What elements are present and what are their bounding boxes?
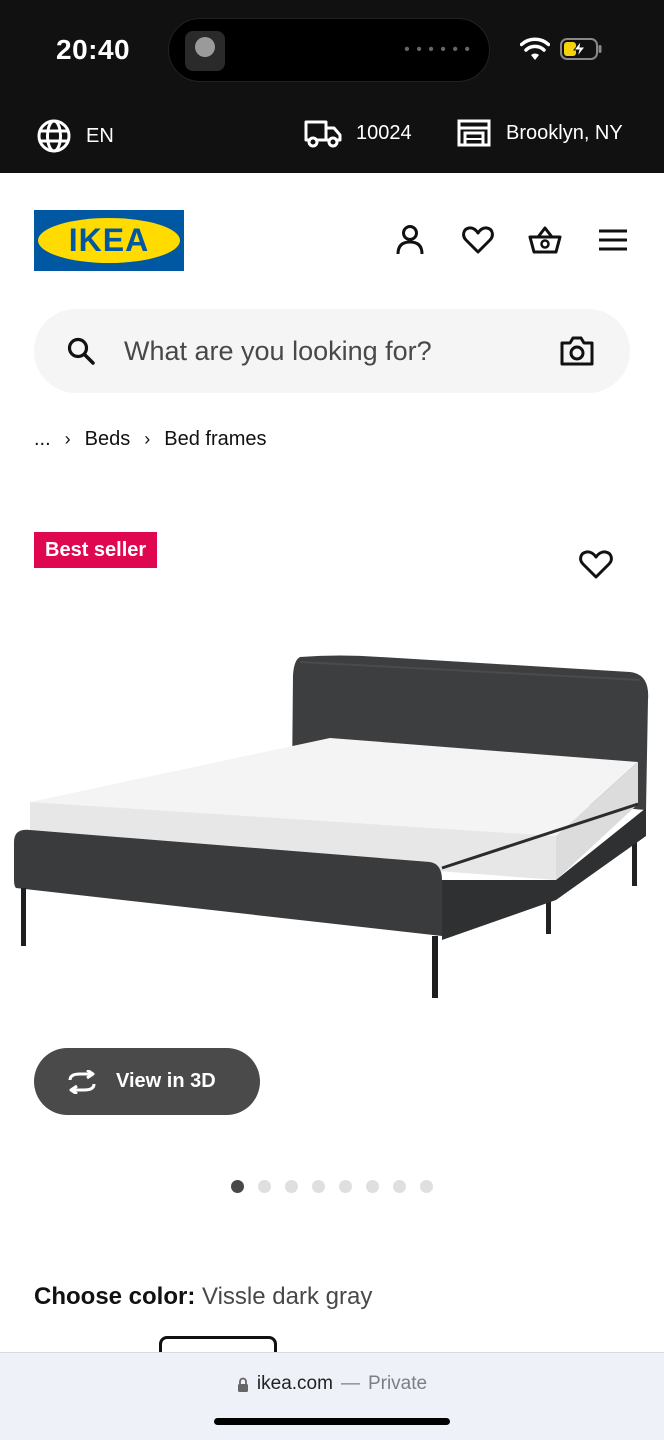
wifi-icon — [520, 37, 550, 60]
lock-icon — [237, 1377, 248, 1392]
url-display[interactable]: ikea.com — Private — [0, 1373, 664, 1395]
carousel-dot[interactable] — [393, 1180, 406, 1193]
choose-color-label: Choose color: — [34, 1283, 196, 1310]
status-bar: 20:40 • • • • • • — [0, 0, 664, 100]
truck-icon — [304, 120, 342, 148]
store-label: Brooklyn, NY — [506, 121, 623, 144]
favorites-button[interactable] — [461, 223, 495, 257]
color-selection: Choose color: Vissle dark gray — [34, 1283, 372, 1311]
ikea-logo[interactable]: IKEA — [34, 210, 184, 271]
browser-address-bar[interactable]: ikea.com — Private — [0, 1352, 664, 1440]
breadcrumb: ... › Beds › Bed frames — [34, 428, 267, 451]
now-playing-artwork — [185, 31, 225, 71]
status-time: 20:40 — [56, 34, 131, 65]
carousel-dot[interactable] — [285, 1180, 298, 1193]
carousel-dot[interactable] — [231, 1180, 244, 1193]
delivery-zip-selector[interactable]: 10024 — [304, 118, 412, 148]
carousel-dot[interactable] — [420, 1180, 433, 1193]
home-indicator[interactable] — [214, 1418, 450, 1425]
chevron-right-icon: › — [144, 429, 151, 449]
account-button[interactable] — [393, 223, 427, 257]
cart-button[interactable] — [528, 223, 562, 257]
hamburger-menu-icon — [599, 229, 627, 251]
carousel-dot[interactable] — [312, 1180, 325, 1193]
url-separator: — — [340, 1373, 360, 1394]
add-to-favorites-heart-icon[interactable] — [578, 546, 614, 582]
menu-button[interactable] — [596, 223, 630, 257]
private-mode-label: Private — [367, 1373, 428, 1394]
best-seller-badge: Best seller — [34, 532, 158, 568]
view-in-3d-label: View in 3D — [116, 1070, 216, 1092]
location-bar: EN 10024 Brooklyn, NY — [0, 100, 664, 173]
breadcrumb-ellipsis[interactable]: ... — [34, 428, 51, 451]
breadcrumb-item-bed-frames[interactable]: Bed frames — [164, 428, 266, 451]
store-selector[interactable]: Brooklyn, NY — [456, 118, 623, 148]
audio-waveform-icon: • • • • • • — [404, 41, 471, 58]
carousel-dot[interactable] — [366, 1180, 379, 1193]
search-bar[interactable] — [34, 309, 630, 393]
url-domain: ikea.com — [256, 1373, 333, 1394]
dynamic-island[interactable]: • • • • • • — [168, 18, 490, 82]
color-value: Vissle dark gray — [202, 1283, 373, 1310]
store-icon — [457, 119, 491, 147]
camera-icon[interactable] — [560, 335, 594, 367]
globe-icon — [37, 119, 71, 153]
language-label: EN — [86, 124, 114, 147]
search-icon[interactable] — [66, 336, 96, 366]
language-selector[interactable]: EN — [36, 118, 114, 154]
heart-icon — [462, 226, 494, 254]
battery-charging-icon — [560, 38, 602, 60]
view-in-3d-button[interactable]: View in 3D — [34, 1048, 260, 1115]
rotate-3d-icon — [68, 1069, 96, 1094]
breadcrumb-item-beds[interactable]: Beds — [85, 428, 131, 451]
logo-text: IKEA — [68, 222, 150, 258]
chevron-right-icon: › — [64, 429, 71, 449]
site-header: IKEA — [0, 173, 664, 303]
carousel-dot[interactable] — [339, 1180, 352, 1193]
carousel-dot[interactable] — [258, 1180, 271, 1193]
shopping-bag-icon — [528, 226, 562, 254]
user-icon — [396, 225, 424, 255]
zip-label: 10024 — [356, 121, 412, 144]
product-image-bed[interactable] — [0, 640, 664, 1020]
search-input[interactable] — [124, 329, 524, 373]
image-carousel-indicators — [231, 1180, 433, 1193]
